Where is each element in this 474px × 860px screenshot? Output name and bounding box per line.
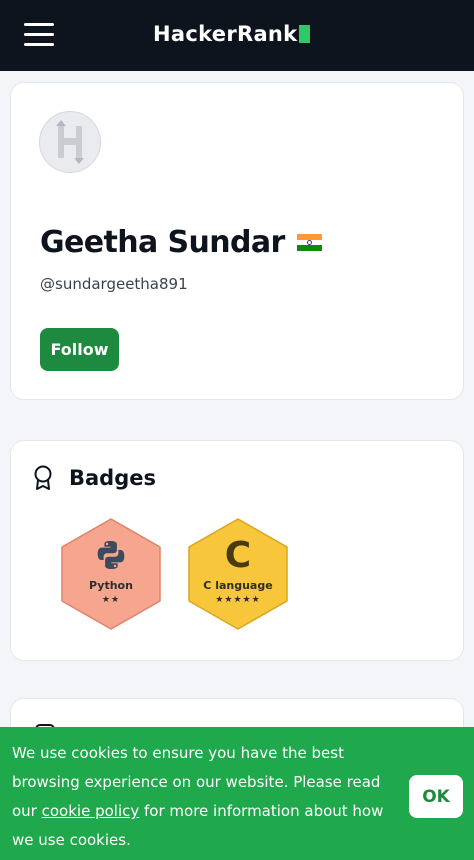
- top-navbar: HackerRank: [0, 0, 474, 71]
- cookie-policy-link[interactable]: cookie policy: [42, 802, 140, 820]
- hackerrank-logo[interactable]: HackerRank: [153, 20, 311, 48]
- menu-line: [24, 43, 54, 46]
- logo-text: HackerRank: [153, 22, 298, 46]
- profile-name: Geetha Sundar: [40, 225, 285, 260]
- badge-stars: ★★★★★: [215, 595, 261, 605]
- avatar: [39, 111, 101, 173]
- badge-c-language[interactable]: C C language ★★★★★: [186, 517, 290, 631]
- hackerrank-h-avatar-icon: [56, 120, 84, 164]
- profile-name-row: Geetha Sundar: [40, 225, 322, 260]
- profile-handle: @sundargeetha891: [40, 275, 188, 293]
- cookie-message: We use cookies to ensure you have the be…: [12, 739, 392, 855]
- profile-card: Geetha Sundar @sundargeetha891 Follow: [10, 82, 464, 400]
- award-ribbon-icon: [34, 465, 52, 490]
- cookie-ok-button[interactable]: OK: [409, 775, 463, 818]
- badge-stars: ★★: [101, 595, 121, 605]
- badge-python[interactable]: Python ★★: [59, 517, 163, 631]
- cookie-banner: We use cookies to ensure you have the be…: [0, 727, 474, 860]
- badges-card: Badges Python ★★ C C language ★★★★★: [10, 440, 464, 661]
- badges-header: Badges: [33, 465, 156, 491]
- python-logo-icon: [59, 539, 163, 571]
- c-letter-icon: C: [186, 535, 290, 576]
- hamburger-menu-icon[interactable]: [24, 22, 54, 48]
- follow-button[interactable]: Follow: [40, 328, 119, 371]
- c-letter: C: [224, 535, 252, 576]
- logo-green-block: [299, 25, 311, 43]
- badge-label: C language: [203, 579, 273, 592]
- badges-title: Badges: [69, 466, 156, 490]
- menu-line: [24, 33, 54, 36]
- badge-hexagon: [61, 518, 161, 630]
- india-flag-icon: [296, 234, 322, 252]
- menu-line: [24, 23, 54, 26]
- badge-label: Python: [89, 579, 133, 592]
